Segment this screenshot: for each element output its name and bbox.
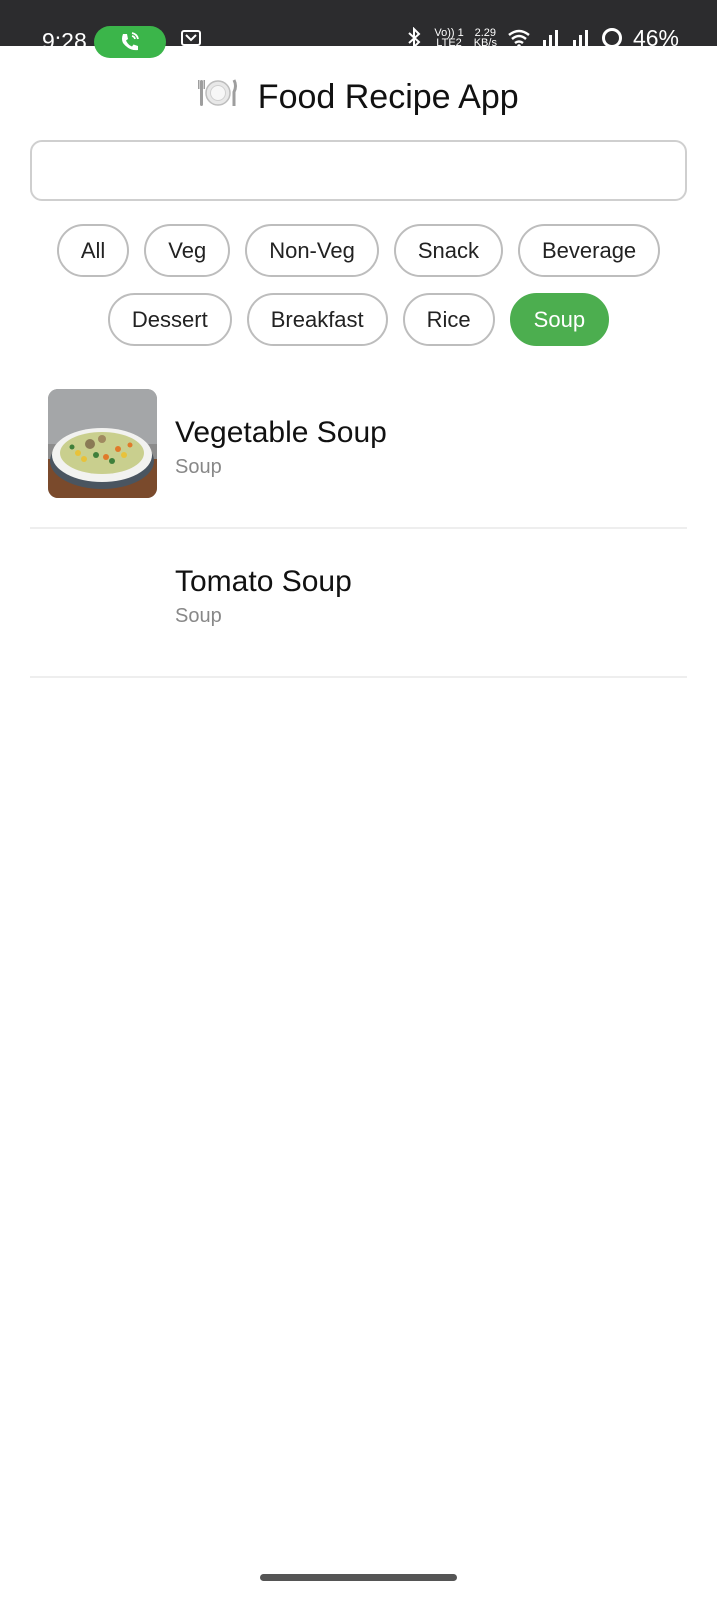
- volte-indicator: Vo)) 1 LTE2: [434, 28, 463, 49]
- recipe-list: Vegetable Soup Soup Tomato Soup Soup: [30, 380, 687, 678]
- category-chip-veg[interactable]: Veg: [144, 224, 231, 277]
- status-icons: Vo)) 1 LTE2 2.29 KB/s 46%: [404, 27, 679, 50]
- category-chip-all[interactable]: All: [56, 224, 130, 277]
- category-chip-dessert[interactable]: Dessert: [107, 293, 232, 346]
- signal-icon-sim2: [571, 28, 591, 48]
- home-indicator[interactable]: [260, 1574, 457, 1581]
- search-input[interactable]: [30, 140, 687, 201]
- category-chips-row-1: All Veg Non-Veg Snack Beverage: [0, 224, 717, 277]
- phone-call-icon: [122, 32, 139, 51]
- category-chip-breakfast[interactable]: Breakfast: [246, 293, 388, 346]
- recipe-name: Tomato Soup: [175, 565, 352, 598]
- app-screen: Food Recipe App All Veg Non-Veg Snack Be…: [0, 46, 717, 1600]
- recipe-thumbnail: [48, 389, 157, 498]
- wifi-icon: [507, 28, 531, 48]
- recipe-category: Soup: [175, 456, 222, 478]
- recipe-category: Soup: [175, 605, 222, 627]
- signal-icon-sim1: [541, 28, 561, 48]
- network-speed: 2.29 KB/s: [474, 28, 497, 49]
- recipe-list-item[interactable]: Vegetable Soup Soup: [30, 380, 687, 529]
- category-chip-snack[interactable]: Snack: [393, 224, 503, 277]
- recipe-thumbnail-empty: [48, 538, 157, 647]
- category-chip-rice[interactable]: Rice: [402, 293, 495, 346]
- category-chip-non-veg[interactable]: Non-Veg: [245, 224, 379, 277]
- ongoing-call-pill[interactable]: [94, 26, 166, 58]
- recipe-name: Vegetable Soup: [175, 416, 387, 449]
- recipe-list-item[interactable]: Tomato Soup Soup: [30, 529, 687, 678]
- header: Food Recipe App: [0, 76, 717, 119]
- category-chip-beverage[interactable]: Beverage: [517, 224, 661, 277]
- page-title: Food Recipe App: [257, 78, 519, 116]
- category-chip-soup[interactable]: Soup: [509, 293, 610, 346]
- category-chips-row-2: Dessert Breakfast Rice Soup: [0, 293, 717, 346]
- plate-cutlery-icon: [198, 79, 247, 118]
